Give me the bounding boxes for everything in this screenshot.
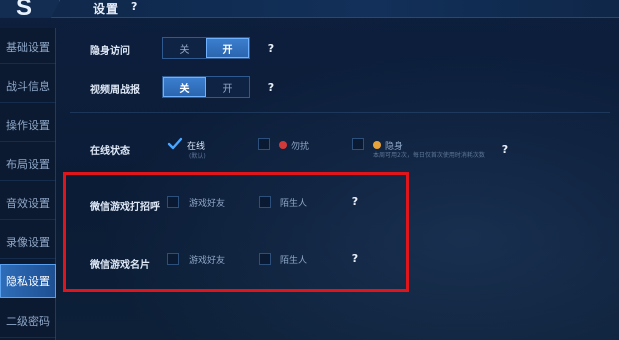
sidebar-item-privacy[interactable]: 隐私设置 bbox=[0, 264, 56, 298]
dnd-checkbox[interactable] bbox=[258, 138, 270, 150]
weekly-report-help-icon[interactable]: ? bbox=[264, 80, 278, 94]
online-checkbox[interactable] bbox=[167, 137, 183, 151]
stealth-visit-help-icon[interactable]: ? bbox=[264, 41, 278, 55]
invisible-icon bbox=[373, 141, 381, 149]
weekly-report-label: 视频周战报 bbox=[90, 85, 140, 96]
title-help-icon[interactable]: ? bbox=[131, 0, 137, 13]
invisible-checkbox[interactable] bbox=[352, 138, 364, 150]
weekly-report-off-button[interactable]: 关 bbox=[163, 77, 206, 97]
sidebar-item-layout[interactable]: 布局设置 bbox=[0, 147, 56, 181]
sidebar-item-basic[interactable]: 基础设置 bbox=[0, 30, 56, 64]
sidebar-item-battle-info[interactable]: 战斗信息 bbox=[0, 69, 56, 103]
dnd-icon bbox=[279, 141, 287, 149]
top-bar: S 设置 ? bbox=[0, 0, 619, 18]
weekly-report-on-button[interactable]: 开 bbox=[206, 77, 249, 97]
stealth-visit-on-button[interactable]: 开 bbox=[206, 38, 249, 58]
stealth-visit-toggle: 关 开 bbox=[162, 37, 250, 59]
sidebar-item-secondary-password[interactable]: 二级密码 bbox=[0, 304, 56, 338]
sidebar-item-sound[interactable]: 音效设置 bbox=[0, 186, 56, 220]
sidebar-item-replay[interactable]: 录像设置 bbox=[0, 225, 56, 259]
stealth-visit-label: 隐身访问 bbox=[90, 46, 130, 57]
online-option-label: 在线 bbox=[187, 142, 206, 152]
online-status-label: 在线状态 bbox=[90, 146, 130, 157]
invisible-option-note: 本周可用2次，每日仅首次使用时消耗次数 bbox=[373, 152, 485, 159]
online-option-note: (默认) bbox=[189, 153, 206, 160]
sidebar-item-controls[interactable]: 操作设置 bbox=[0, 108, 56, 142]
sidebar: 基础设置 战斗信息 操作设置 布局设置 音效设置 录像设置 隐私设置 二级密码 bbox=[0, 28, 56, 340]
online-status-help-icon[interactable]: ? bbox=[498, 142, 512, 156]
page-title: 设置 bbox=[93, 2, 120, 16]
weekly-report-toggle: 关 开 bbox=[162, 76, 250, 98]
check-icon bbox=[167, 137, 183, 150]
section-divider bbox=[70, 112, 610, 113]
logo: S bbox=[0, 0, 60, 18]
highlight-box bbox=[63, 172, 409, 292]
invisible-option-label: 隐身 bbox=[385, 142, 404, 152]
dnd-option-label: 勿扰 bbox=[291, 142, 310, 152]
stealth-visit-off-button[interactable]: 关 bbox=[163, 38, 206, 58]
